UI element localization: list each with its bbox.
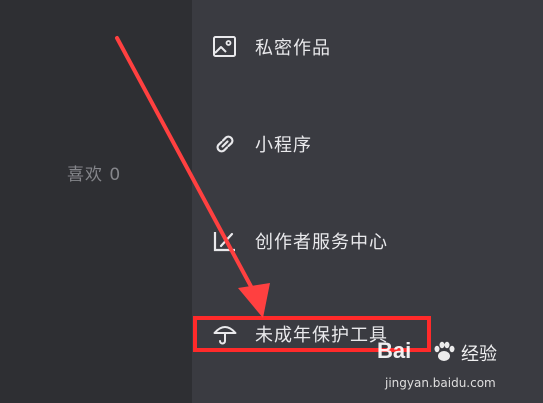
image-icon — [212, 34, 238, 60]
menu-item-label: 创作者服务中心 — [255, 232, 388, 253]
likes-count[interactable]: 喜欢 0 — [67, 160, 121, 185]
baidu-jingyan-watermark: Bai 经验 jingyan.baidu.com — [377, 338, 537, 400]
menu-item-private-works[interactable]: 私密作品 — [212, 31, 331, 63]
watermark-brand: 经验 — [461, 344, 497, 365]
paw-icon — [434, 341, 455, 361]
link-icon — [212, 131, 238, 157]
watermark-logo: Bai — [377, 338, 412, 363]
menu-item-mini-programs[interactable]: 小程序 — [212, 128, 312, 160]
menu-item-creator-center[interactable]: 创作者服务中心 — [212, 225, 388, 257]
menu-item-label: 私密作品 — [255, 38, 331, 59]
menu-item-label: 小程序 — [255, 135, 312, 156]
chart-icon — [212, 228, 238, 254]
left-pane — [0, 0, 192, 403]
watermark-url: jingyan.baidu.com — [385, 376, 496, 390]
